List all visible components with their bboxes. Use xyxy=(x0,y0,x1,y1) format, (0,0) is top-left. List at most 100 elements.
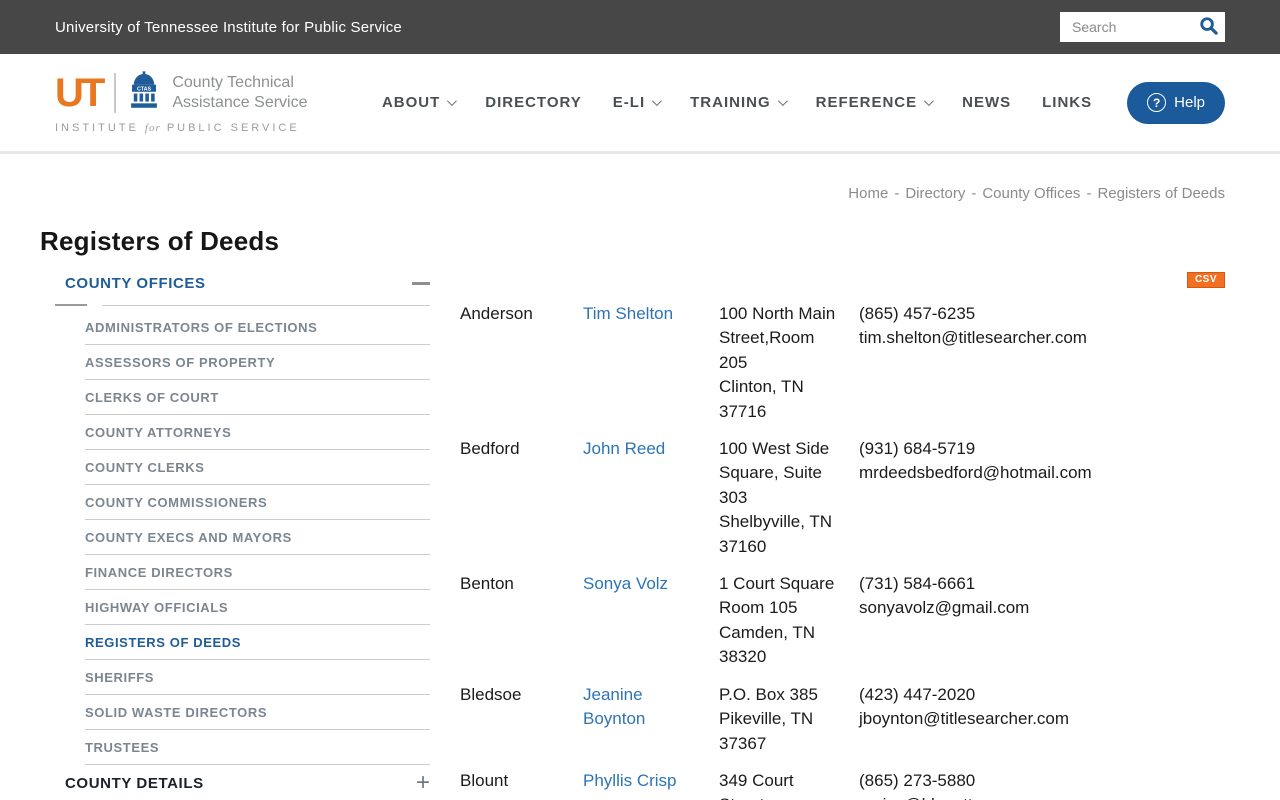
nav-item-label: TRAINING xyxy=(690,94,771,111)
cell-county: Benton xyxy=(460,574,514,594)
registers-table-area: CSV Anderson Tim Shelton 100 North Main Str… xyxy=(450,269,1225,800)
cell-address: 1 Court Square Room 105 Camden, TN 38320 xyxy=(719,572,859,670)
sidebar-item-county-attorneys[interactable]: COUNTY ATTORNEYS xyxy=(85,415,430,450)
address-line: Clinton, TN xyxy=(719,377,804,397)
search-input[interactable] xyxy=(1060,12,1191,42)
collapse-minus-icon[interactable] xyxy=(412,282,430,285)
nav-item-label: REFERENCE xyxy=(815,94,918,111)
address-line: 1 Court Square xyxy=(719,574,835,594)
address-line: Square, Suite xyxy=(719,463,823,483)
ctas-logo[interactable]: UT CTAS County Technical Assistance Serv… xyxy=(55,71,308,134)
register-name-link[interactable]: Jeanine Boynton xyxy=(583,683,695,732)
address-line: 303 xyxy=(719,487,748,507)
breadcrumb-link-registers-of-deeds: Registers of Deeds xyxy=(1097,185,1225,202)
chevron-down-icon xyxy=(924,96,935,107)
help-icon: ? xyxy=(1147,93,1167,112)
breadcrumb-separator: - xyxy=(971,185,977,202)
table-row: Anderson Tim Shelton 100 North Main Street,… xyxy=(460,302,1225,424)
header-divider xyxy=(0,151,1280,154)
sidebar-item-solid-waste-directors[interactable]: SOLID WASTE DIRECTORS xyxy=(85,695,430,730)
sidebar-item-registers-of-deeds[interactable]: REGISTERS OF DEEDS xyxy=(85,625,430,660)
register-name-link[interactable]: Sonya Volz xyxy=(583,572,668,596)
sidebar-section-county-offices[interactable]: COUNTY OFFICES xyxy=(40,269,450,292)
address-line: Shelbyville, TN xyxy=(719,512,833,532)
email-address: pcrisp@blounttn.org xyxy=(859,793,1225,800)
table-row: Bledsoe Jeanine Boynton P.O. Box 385 Pikevi… xyxy=(460,683,1225,756)
help-label: Help xyxy=(1174,94,1205,111)
sidebar-item-administrators-of-elections[interactable]: ADMINISTRATORS OF ELECTIONS xyxy=(85,310,430,345)
register-name-link[interactable]: Phyllis Crisp xyxy=(583,769,677,793)
sidebar-item-highway-officials[interactable]: HIGHWAY OFFICIALS xyxy=(85,590,430,625)
cell-contact: (865) 273-5880 pcrisp@blounttn.org xyxy=(859,769,1225,800)
register-name-link[interactable]: Tim Shelton xyxy=(583,302,673,326)
sidebar: COUNTY OFFICES ADMINISTRATORS OF ELECTIO… xyxy=(40,269,450,800)
address-line: 37160 xyxy=(719,536,767,556)
breadcrumb-link-directory[interactable]: Directory xyxy=(905,185,965,202)
nav-item-reference[interactable]: REFERENCE xyxy=(815,94,935,111)
breadcrumb: Home - Directory - County Offices - Registers … xyxy=(40,185,1225,202)
nav-item-label: LINKS xyxy=(1042,94,1093,111)
institute-tagline: INSTITUTE for PUBLIC SERVICE xyxy=(55,122,300,134)
svg-text:CTAS: CTAS xyxy=(137,86,152,92)
cell-county: Bledsoe xyxy=(460,684,522,704)
breadcrumb-separator: - xyxy=(1086,185,1092,202)
email-address: tim.shelton@titlesearcher.com xyxy=(859,328,1087,348)
phone-number: (731) 584-6661 xyxy=(859,574,976,594)
sidebar-underline xyxy=(55,304,430,306)
help-button[interactable]: ? Help xyxy=(1127,81,1225,124)
register-name-link[interactable]: John Reed xyxy=(583,437,665,461)
chevron-down-icon xyxy=(447,96,458,107)
county-details-label[interactable]: COUNTY DETAILS xyxy=(65,775,204,792)
ut-logo: UT xyxy=(55,70,105,115)
address-line: 205 xyxy=(719,352,748,372)
cell-name: Sonya Volz xyxy=(583,572,719,670)
nav-item-links[interactable]: LINKS xyxy=(1042,94,1092,111)
site-title: University of Tennessee Institute for Pu… xyxy=(55,18,402,36)
address-line: Camden, TN xyxy=(719,622,816,642)
nav-item-directory[interactable]: DIRECTORY xyxy=(485,94,582,111)
search-icon xyxy=(1199,16,1218,38)
nav-item-e-li[interactable]: E-LI xyxy=(612,94,662,111)
expand-plus-icon[interactable]: + xyxy=(416,771,430,795)
page: University of Tennessee Institute for Pu… xyxy=(0,0,1280,800)
nav-item-training[interactable]: TRAINING xyxy=(690,94,788,111)
address-line: Pikeville, TN xyxy=(719,709,814,729)
cell-name: Tim Shelton xyxy=(583,302,719,424)
phone-number: (423) 447-2020 xyxy=(859,684,976,704)
sidebar-item-county-commissioners[interactable]: COUNTY COMMISSIONERS xyxy=(85,485,430,520)
sidebar-item-assessors-of-property[interactable]: ASSESSORS OF PROPERTY xyxy=(85,345,430,380)
sidebar-item-county-clerks[interactable]: COUNTY CLERKS xyxy=(85,450,430,485)
cell-address: 349 Court Street xyxy=(719,769,859,800)
nav-item-about[interactable]: ABOUT xyxy=(381,94,458,111)
search-button[interactable] xyxy=(1191,12,1225,42)
sidebar-item-clerks-of-court[interactable]: CLERKS OF COURT xyxy=(85,380,430,415)
sidebar-item-county-execs-and-mayors[interactable]: COUNTY EXECS AND MAYORS xyxy=(85,520,430,555)
nav-item-label: NEWS xyxy=(962,94,1012,111)
nav-item-news[interactable]: NEWS xyxy=(962,94,1011,111)
main-header: UT CTAS County Technical Assistance Serv… xyxy=(0,54,1280,151)
address-line: P.O. Box 385 xyxy=(719,684,818,704)
sidebar-section-county-details[interactable]: COUNTY DETAILS + xyxy=(40,765,450,795)
address-line: Street,Room xyxy=(719,328,815,348)
csv-export-button[interactable]: CSV xyxy=(1186,272,1225,288)
breadcrumb-link-home[interactable]: Home xyxy=(848,185,888,202)
sidebar-item-finance-directors[interactable]: FINANCE DIRECTORS xyxy=(85,555,430,590)
sidebar-section-label[interactable]: COUNTY OFFICES xyxy=(65,275,206,292)
page-title: Registers of Deeds xyxy=(40,226,280,256)
nav-item-label: E-LI xyxy=(612,94,646,111)
cell-contact: (423) 447-2020 jboynton@titlesearcher.com xyxy=(859,683,1225,756)
cell-contact: (865) 457-6235 tim.shelton@titlesearcher.… xyxy=(859,302,1225,424)
cell-name: Jeanine Boynton xyxy=(583,683,719,756)
breadcrumb-link-county-offices[interactable]: County Offices xyxy=(982,185,1080,202)
breadcrumb-separator: - xyxy=(894,185,900,202)
nav-item-label: ABOUT xyxy=(381,94,441,111)
cell-address: 100 North Main Street,Room 205 Clinton, TN 3… xyxy=(719,302,859,424)
sidebar-item-trustees[interactable]: TRUSTEES xyxy=(85,730,430,765)
sidebar-item-sheriffs[interactable]: SHERIFFS xyxy=(85,660,430,695)
chevron-down-icon xyxy=(777,96,788,107)
main-nav: ABOUT DIRECTORY E-LI TRAINING REFERENCE NEWS L… xyxy=(381,81,1225,124)
table-row: Blount Phyllis Crisp 349 Court Street(865) … xyxy=(460,769,1225,800)
table-row: Benton Sonya Volz 1 Court Square Room 105 Ca… xyxy=(460,572,1225,670)
utility-bar: University of Tennessee Institute for Pu… xyxy=(0,0,1280,54)
capitol-icon: CTAS xyxy=(128,71,160,114)
